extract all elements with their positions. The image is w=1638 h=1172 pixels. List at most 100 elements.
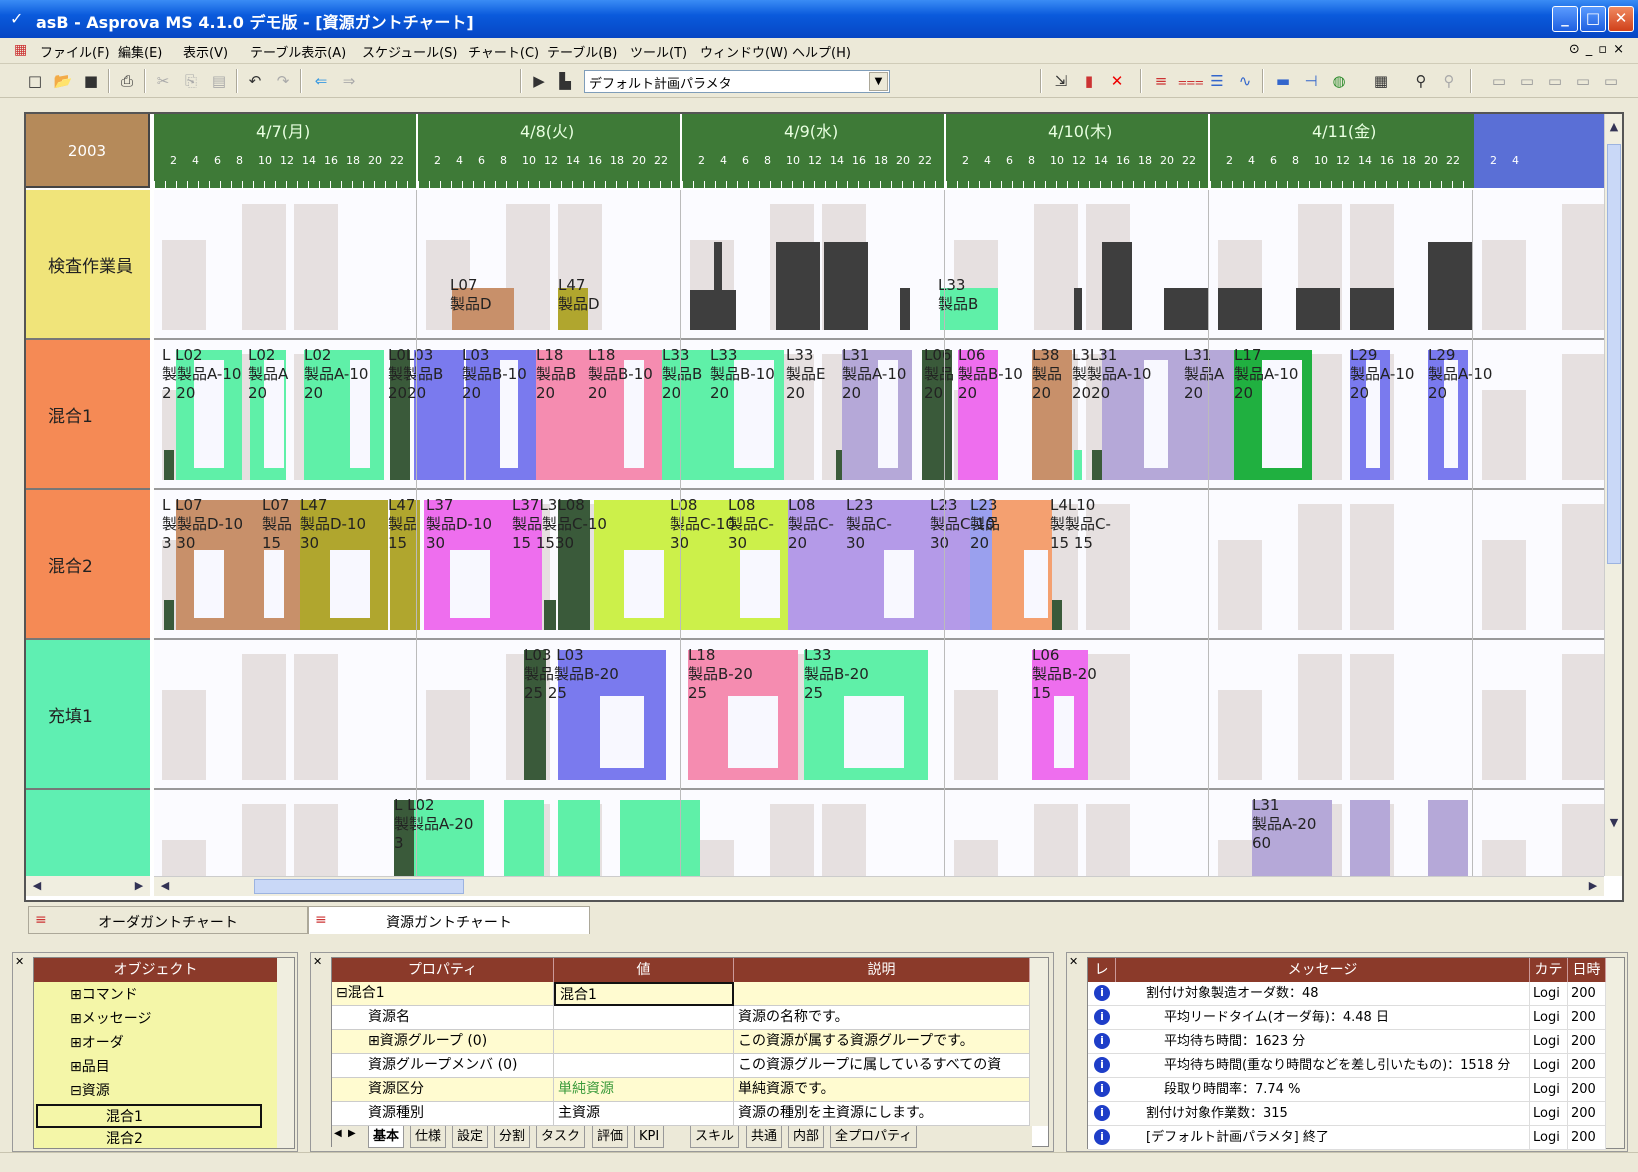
operation-bar[interactable] — [900, 288, 910, 330]
mdi-window-controls[interactable]: ⊙_▫× — [1569, 42, 1630, 57]
maximize-button[interactable]: □ — [1580, 6, 1606, 32]
paste-icon[interactable]: ▤ — [208, 70, 230, 92]
message-v-scrollbar[interactable] — [1606, 958, 1624, 1148]
property-tab[interactable]: 分割 — [494, 1126, 531, 1148]
label-h-scrollbar[interactable]: ◀ ▶ — [26, 876, 150, 896]
property-tab[interactable]: タスク — [536, 1126, 586, 1148]
operation-bar[interactable] — [544, 600, 556, 630]
property-tab[interactable]: 共通 — [746, 1126, 783, 1148]
resource-row-1[interactable]: L07 製品D L47 製品D L33 製品B — [154, 190, 1604, 340]
menu-table[interactable]: テーブル(B) — [547, 42, 617, 61]
operation-bar[interactable] — [1218, 288, 1262, 330]
back-arrow-icon[interactable]: ⇐ — [310, 70, 332, 92]
property-value[interactable] — [554, 1030, 734, 1054]
resource-row-4[interactable]: L03 L03 製品製品B-20 25 25 L18 製品B-20 25 L33 製… — [154, 640, 1604, 790]
scroll-up-icon[interactable]: ▲ — [1605, 118, 1623, 136]
save-icon[interactable]: ■ — [80, 70, 102, 92]
chart-v-scrollbar[interactable]: ▲ ▼ — [1604, 114, 1622, 876]
chevron-down-icon[interactable]: ▼ — [869, 72, 888, 91]
message-row[interactable]: i 平均待ち時間：1623 分 Logi 200 — [1088, 1030, 1606, 1054]
menu-view[interactable]: 表示(V) — [183, 42, 228, 61]
redo-icon[interactable]: ↷ — [272, 70, 294, 92]
chart-h-scrollbar[interactable]: ◀ ▶ — [154, 876, 1604, 896]
close-button[interactable]: ✕ — [1608, 6, 1634, 32]
undo-icon[interactable]: ↶ — [244, 70, 266, 92]
run-schedule-icon[interactable]: ▶ — [528, 70, 550, 92]
tab-resource-gantt[interactable]: ≡ 資源ガントチャート — [308, 906, 590, 934]
tab-order-gantt[interactable]: ≡ オーダガントチャート — [28, 906, 308, 934]
property-value[interactable]: 混合1 — [554, 982, 734, 1006]
menu-table-view[interactable]: テーブル表示(A) — [250, 42, 346, 61]
layout-3-icon[interactable]: ▭ — [1544, 70, 1566, 92]
tree-item[interactable]: 混合2 — [106, 1128, 143, 1148]
assign-icon[interactable]: ⇲ — [1050, 70, 1072, 92]
tree-item[interactable]: 混合1 — [36, 1104, 262, 1128]
calendar-icon[interactable]: ▦ — [1370, 70, 1392, 92]
property-v-scrollbar[interactable] — [1030, 958, 1048, 1126]
operation-bar[interactable] — [940, 288, 998, 330]
operation-bar[interactable] — [1102, 350, 1182, 480]
cut-icon[interactable]: ✂ — [152, 70, 174, 92]
scroll-left-icon[interactable]: ◀ — [156, 877, 174, 895]
tree-item[interactable]: ⊟資源 — [70, 1080, 110, 1100]
delete-x-icon[interactable]: ✕ — [1106, 70, 1128, 92]
scroll-right-icon[interactable]: ▶ — [130, 877, 148, 895]
operation-bar[interactable] — [1428, 242, 1472, 330]
message-row[interactable]: i 平均リードタイム(オーダ毎)：4.48 日 Logi 200 — [1088, 1006, 1606, 1030]
property-tab[interactable]: KPI — [634, 1126, 665, 1148]
resource-row-label[interactable]: 検査作業員 — [26, 190, 150, 340]
operation-bar[interactable] — [558, 288, 588, 330]
panel-close-icon[interactable]: ✕ — [15, 955, 24, 968]
operation-bar[interactable] — [1052, 600, 1062, 630]
operation-bar[interactable] — [1428, 800, 1468, 876]
operation-bar[interactable] — [970, 500, 992, 630]
v-scroll-thumb[interactable] — [1607, 144, 1621, 564]
marker-icon[interactable]: ⊣ — [1300, 70, 1322, 92]
app-icon[interactable]: ✓ — [10, 9, 30, 29]
resource-row-5[interactable]: L L02 製製品A-20 3 L31 製品A-20 60 — [154, 790, 1604, 876]
message-row[interactable]: i 平均待ち時間(重なり時間などを差し引いたもの)：1518 分 Logi 200 — [1088, 1054, 1606, 1078]
tab-scroll-right-icon[interactable]: ▶ — [348, 1128, 356, 1139]
operation-bar[interactable] — [922, 350, 952, 480]
resource-row-3[interactable]: L L07 製製品D-10 3 30 L07 製品 15 L47 製品D-10 30… — [154, 490, 1604, 640]
property-row[interactable]: 資源種別 主資源 資源の種別を主資源にします。 — [332, 1102, 1030, 1126]
tree-item[interactable]: ⊞メッセージ — [70, 1008, 151, 1028]
property-tab[interactable]: 基本 — [368, 1126, 405, 1148]
tree-item[interactable]: ⊞オーダ — [70, 1032, 124, 1052]
resource-row-label[interactable]: 充填1 — [26, 640, 150, 790]
operation-bar[interactable] — [1350, 288, 1394, 330]
operation-bar[interactable] — [164, 600, 174, 630]
property-tab[interactable]: 評価 — [592, 1126, 629, 1148]
property-value[interactable]: 単純資源 — [554, 1078, 734, 1102]
copy-icon[interactable]: ⎘ — [180, 70, 202, 92]
resource-row-label[interactable] — [26, 790, 150, 876]
operation-bar[interactable] — [1350, 800, 1390, 876]
globe-icon[interactable]: ◍ — [1328, 70, 1350, 92]
gantt-icon[interactable]: ≡ — [1150, 70, 1172, 92]
operation-bar[interactable] — [558, 500, 590, 630]
operation-bar[interactable] — [1032, 350, 1072, 480]
zoom-in-icon[interactable]: ⚲ — [1410, 70, 1432, 92]
operation-bar[interactable] — [1180, 350, 1234, 480]
message-row[interactable]: i 段取り時間率：7.74 % Logi 200 — [1088, 1078, 1606, 1102]
message-row[interactable]: i [デフォルト計画パラメタ] 終了 Logi 200 — [1088, 1126, 1606, 1150]
layout-2-icon[interactable]: ▭ — [1516, 70, 1538, 92]
property-row[interactable]: 資源グループメンバ (0) この資源グループに属しているすべての資 — [332, 1054, 1030, 1078]
scroll-down-icon[interactable]: ▼ — [1605, 814, 1623, 832]
property-tab[interactable]: 内部 — [788, 1126, 825, 1148]
layout-1-icon[interactable]: ▭ — [1488, 70, 1510, 92]
tree-item[interactable]: ⊞コマンド — [70, 984, 138, 1004]
panel-close-icon[interactable]: ✕ — [313, 955, 322, 968]
operation-bar[interactable] — [1074, 450, 1082, 480]
operation-bar[interactable] — [958, 350, 998, 480]
forward-arrow-icon[interactable]: ⇒ — [338, 70, 360, 92]
operation-bar[interactable] — [1074, 288, 1082, 330]
property-row[interactable]: 資源名 資源の名称です。 — [332, 1006, 1030, 1030]
menu-window[interactable]: ウィンドウ(W) — [700, 42, 788, 61]
timeline-header[interactable]: 4/7(月) 2 4 6 8 10 12 14 16 18 20 22 4/8(火) 2 4 6 8 10 12 14… — [154, 114, 1604, 188]
property-tab[interactable]: 設定 — [452, 1126, 489, 1148]
graph-icon[interactable]: ∿ — [1234, 70, 1256, 92]
resource-row-label[interactable]: 混合1 — [26, 340, 150, 490]
operation-bar[interactable] — [842, 350, 912, 480]
operation-bar[interactable] — [824, 242, 868, 330]
